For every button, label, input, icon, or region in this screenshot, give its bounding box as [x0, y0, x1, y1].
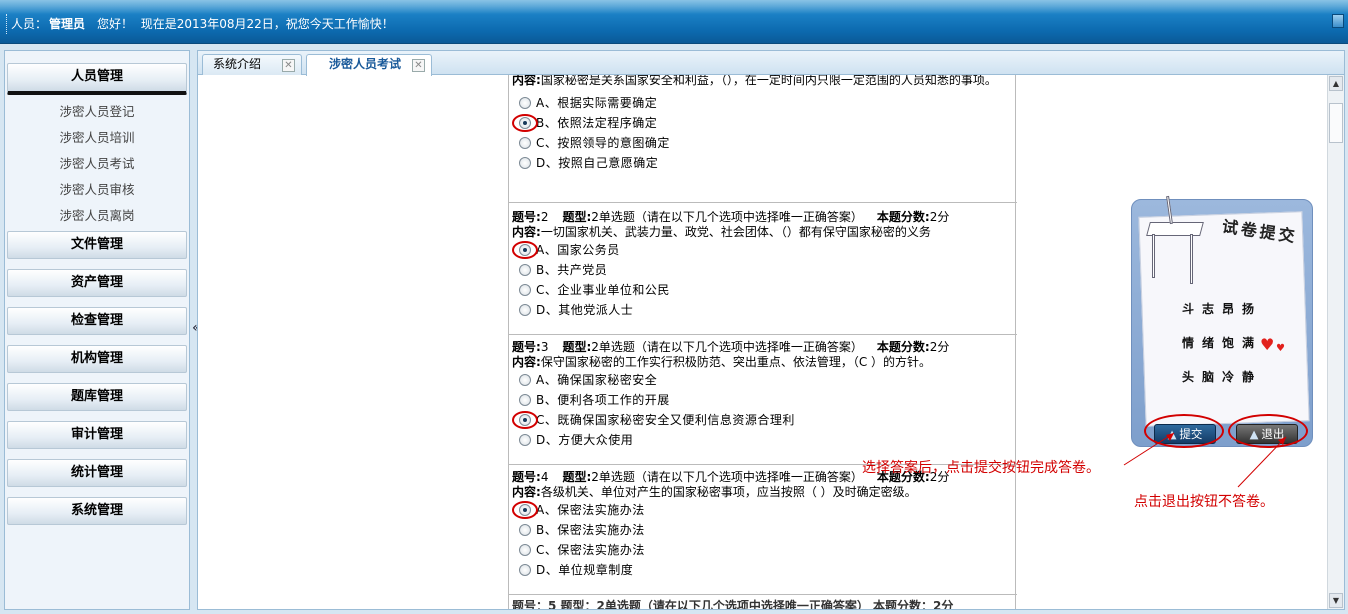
option-c[interactable]: C、企业事业单位和公民 [512, 280, 1014, 300]
radio-button[interactable] [519, 524, 531, 536]
radio-button[interactable] [519, 564, 531, 576]
menu-files[interactable]: 文件管理 [7, 231, 187, 259]
menu-system[interactable]: 系统管理 [7, 497, 187, 525]
radio-button-selected[interactable] [519, 414, 531, 426]
question-header: 题号：5 题型：2单选题（请在以下几个选项中选择唯一正确答案） 本题分数：2分 [512, 599, 954, 609]
user-name: 管理员 [49, 17, 86, 31]
option-a[interactable]: A、保密法实施办法 [512, 500, 1014, 520]
user-prefix: 人员： [11, 17, 48, 31]
menu-personnel[interactable]: 人员管理 [7, 63, 187, 95]
question-content: 内容:国家秘密是关系国家安全和利益，（），在一定时间内只限一定范围的人员知悉的事… [512, 75, 997, 87]
tab-bar: 系统介绍 ✕ 涉密人员考试 ✕ [198, 51, 1344, 76]
heart-icon: ♥ [1260, 335, 1275, 354]
motto-line-1: 斗志昂扬 [1182, 302, 1263, 316]
exit-highlight-ring [1228, 414, 1308, 448]
question-header: 题号:3 题型:2单选题（请在以下几个选项中选择唯一正确答案） 本题分数:2分 [512, 340, 950, 354]
exam-content: 内容:国家秘密是关系国家安全和利益，（），在一定时间内只限一定范围的人员知悉的事… [198, 75, 1326, 609]
option-d[interactable]: D、其他党派人士 [512, 300, 1014, 320]
option-a[interactable]: A、根据实际需要确定 [512, 93, 1014, 113]
question-content: 内容:各级机关、单位对产生的国家秘密事项，应当按照（ ）及时确定密级。 [512, 485, 917, 499]
question-content: 内容:保守国家秘密的工作实行积极防范、突出重点、依法管理，（C ）的方针。 [512, 355, 932, 369]
scroll-thumb[interactable] [1329, 103, 1343, 143]
radio-button[interactable] [519, 374, 531, 386]
option-d[interactable]: D、方便大众使用 [512, 430, 1014, 450]
radio-button-selected[interactable] [519, 244, 531, 256]
option-a[interactable]: A、确保国家秘密安全 [512, 370, 1014, 390]
question-3: 题号:3 题型:2单选题（请在以下几个选项中选择唯一正确答案） 本题分数:2分 内容… [509, 335, 1017, 465]
scroll-up-icon[interactable]: ▲ [1329, 76, 1343, 91]
tab-label: 涉密人员考试 [329, 57, 402, 71]
stool-icon [1138, 195, 1208, 288]
menu-organization[interactable]: 机构管理 [7, 345, 187, 373]
close-icon[interactable]: ✕ [282, 59, 295, 72]
radio-button[interactable] [519, 137, 531, 149]
radio-button[interactable] [519, 157, 531, 169]
close-icon[interactable]: ✕ [412, 59, 425, 72]
date-text: 现在是2013年08月22日，祝您今天工作愉快！ [140, 17, 394, 31]
sidebar-item-leave[interactable]: 涉密人员离岗 [5, 203, 189, 229]
app-window: 人员： 管理员 您好！ 现在是2013年08月22日，祝您今天工作愉快！ 人员管理 … [0, 0, 1348, 614]
question-4: 题号:4 题型:2单选题（请在以下几个选项中选择唯一正确答案） 本题分数:2分 内容… [509, 465, 1017, 595]
sidebar-item-exam[interactable]: 涉密人员考试 [5, 151, 189, 177]
menu-assets[interactable]: 资产管理 [7, 269, 187, 297]
submit-highlight-ring [1144, 414, 1224, 448]
exam-paper: 内容:国家秘密是关系国家安全和利益，（），在一定时间内只限一定范围的人员知悉的事… [508, 75, 1017, 609]
motto-line-3: 头脑冷静 [1182, 370, 1263, 384]
motto-line-2: 情绪饱满 [1182, 336, 1263, 350]
question-5: 题号：5 题型：2单选题（请在以下几个选项中选择唯一正确答案） 本题分数：2分 [509, 595, 1017, 609]
option-b[interactable]: B、依照法定程序确定 [512, 113, 1014, 133]
sidebar: 人员管理 涉密人员登记 涉密人员培训 涉密人员考试 涉密人员审核 涉密人员离岗 … [4, 50, 190, 610]
top-bar-gloss [0, 0, 1348, 14]
sidebar-item-register[interactable]: 涉密人员登记 [5, 99, 189, 125]
question-content: 内容:一切国家机关、武装力量、政党、社会团体、（）都有保守国家秘密的义务 [512, 225, 931, 239]
sidebar-item-training[interactable]: 涉密人员培训 [5, 125, 189, 151]
radio-button[interactable] [519, 304, 531, 316]
personnel-submenu: 涉密人员登记 涉密人员培训 涉密人员考试 涉密人员审核 涉密人员离岗 [5, 95, 189, 229]
hello-text: 您好！ [97, 17, 134, 31]
option-c[interactable]: C、按照领导的意图确定 [512, 133, 1014, 153]
option-a[interactable]: A、国家公务员 [512, 240, 1014, 260]
tab-label: 系统介绍 [213, 57, 262, 71]
radio-button[interactable] [519, 264, 531, 276]
question-1: 内容:国家秘密是关系国家安全和利益，（），在一定时间内只限一定范围的人员知悉的事… [509, 75, 1017, 203]
sidebar-item-review[interactable]: 涉密人员审核 [5, 177, 189, 203]
header-toggle-button[interactable] [1332, 14, 1344, 28]
tab-personnel-exam[interactable]: 涉密人员考试 ✕ [306, 54, 432, 76]
option-d[interactable]: D、按照自己意愿确定 [512, 153, 1014, 173]
question-header: 题号:2 题型:2单选题（请在以下几个选项中选择唯一正确答案） 本题分数:2分 [512, 210, 950, 224]
question-2: 题号:2 题型:2单选题（请在以下几个选项中选择唯一正确答案） 本题分数:2分 内容… [509, 205, 1017, 335]
submit-panel: 试卷提交 斗志昂扬 情绪饱满 头脑冷静 ♥ ♥ ▲ 提交 ▲ 退出 [1131, 195, 1313, 448]
radio-button[interactable] [519, 434, 531, 446]
submit-annotation: 选择答案后，点击提交按钮完成答卷。 [862, 460, 1100, 476]
menu-inspection[interactable]: 检查管理 [7, 307, 187, 335]
option-b[interactable]: B、保密法实施办法 [512, 520, 1014, 540]
option-b[interactable]: B、共产党员 [512, 260, 1014, 280]
option-d[interactable]: D、单位规章制度 [512, 560, 1014, 580]
radio-button[interactable] [519, 284, 531, 296]
radio-button[interactable] [519, 544, 531, 556]
menu-statistics[interactable]: 统计管理 [7, 459, 187, 487]
top-bar: 人员： 管理员 您好！ 现在是2013年08月22日，祝您今天工作愉快！ [0, 0, 1348, 44]
radio-button[interactable] [519, 97, 531, 109]
exit-annotation: 点击退出按钮不答卷。 [1134, 494, 1274, 510]
vertical-scrollbar[interactable]: ▲ ▼ [1327, 75, 1344, 609]
main-frame: 系统介绍 ✕ 涉密人员考试 ✕ 内容:国家秘密是关系国家安全和利益，（），在一定… [197, 50, 1345, 610]
option-b[interactable]: B、便利各项工作的开展 [512, 390, 1014, 410]
radio-button-selected[interactable] [519, 504, 531, 516]
greeting-bar: 人员： 管理员 您好！ 现在是2013年08月22日，祝您今天工作愉快！ [6, 14, 394, 34]
heart-icon: ♥ [1276, 343, 1285, 354]
scroll-down-icon[interactable]: ▼ [1329, 593, 1343, 608]
menu-audit[interactable]: 审计管理 [7, 421, 187, 449]
tab-system-intro[interactable]: 系统介绍 ✕ [202, 54, 302, 75]
radio-button[interactable] [519, 394, 531, 406]
option-c[interactable]: C、保密法实施办法 [512, 540, 1014, 560]
option-c[interactable]: C、既确保国家秘密安全又便利信息资源合理利 [512, 410, 1014, 430]
radio-button-selected[interactable] [519, 117, 531, 129]
menu-question-bank[interactable]: 题库管理 [7, 383, 187, 411]
